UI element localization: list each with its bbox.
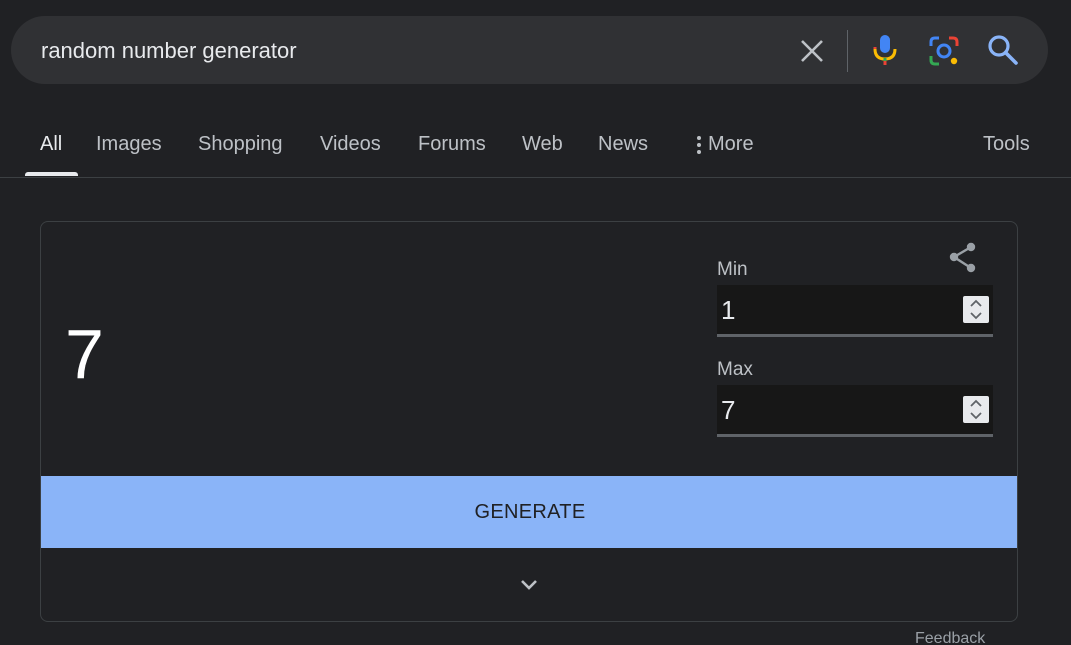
search-bar[interactable]: random number generator bbox=[11, 16, 1048, 84]
share-icon bbox=[949, 242, 976, 273]
tab-web[interactable]: Web bbox=[522, 132, 563, 156]
tab-more-label: More bbox=[708, 133, 754, 155]
tab-all[interactable]: All bbox=[40, 132, 62, 156]
spinner-arrows-icon bbox=[970, 399, 982, 420]
search-tabs: All Images Shopping Videos Forums Web Ne… bbox=[0, 110, 1071, 178]
search-button[interactable] bbox=[986, 33, 1020, 67]
chevron-down-icon bbox=[521, 580, 537, 590]
mic-icon bbox=[873, 35, 897, 65]
tab-videos[interactable]: Videos bbox=[320, 132, 381, 156]
min-input[interactable]: 1 bbox=[721, 295, 735, 325]
random-number-card: 7 Min 1 Max 7 GENERATE bbox=[40, 221, 1018, 622]
active-tab-indicator bbox=[25, 172, 78, 176]
max-input[interactable]: 7 bbox=[721, 395, 735, 425]
search-input[interactable]: random number generator bbox=[41, 38, 297, 64]
tab-shopping[interactable]: Shopping bbox=[198, 132, 283, 156]
min-field[interactable]: 1 bbox=[717, 285, 993, 337]
image-search-button[interactable] bbox=[928, 35, 960, 67]
tab-news[interactable]: News bbox=[598, 132, 648, 156]
tab-images[interactable]: Images bbox=[96, 132, 162, 156]
max-stepper[interactable] bbox=[963, 396, 989, 423]
max-label: Max bbox=[717, 359, 753, 380]
more-dots-icon bbox=[697, 135, 701, 154]
clear-search-button[interactable] bbox=[797, 36, 827, 66]
voice-search-button[interactable] bbox=[869, 33, 901, 67]
generate-button[interactable]: GENERATE bbox=[41, 476, 1017, 548]
search-icon bbox=[988, 35, 1018, 65]
tab-forums[interactable]: Forums bbox=[418, 132, 486, 156]
close-icon bbox=[801, 40, 823, 62]
min-stepper[interactable] bbox=[963, 296, 989, 323]
max-field[interactable]: 7 bbox=[717, 385, 993, 437]
min-label: Min bbox=[717, 259, 748, 280]
generated-number: 7 bbox=[65, 315, 104, 393]
feedback-link[interactable]: Feedback bbox=[915, 629, 985, 645]
spinner-arrows-icon bbox=[970, 299, 982, 320]
share-button[interactable] bbox=[947, 242, 979, 274]
tab-tools[interactable]: Tools bbox=[983, 132, 1030, 156]
tab-more[interactable]: More bbox=[692, 132, 754, 156]
expand-button[interactable] bbox=[517, 572, 541, 596]
search-divider bbox=[847, 30, 848, 72]
lens-icon bbox=[929, 36, 959, 66]
